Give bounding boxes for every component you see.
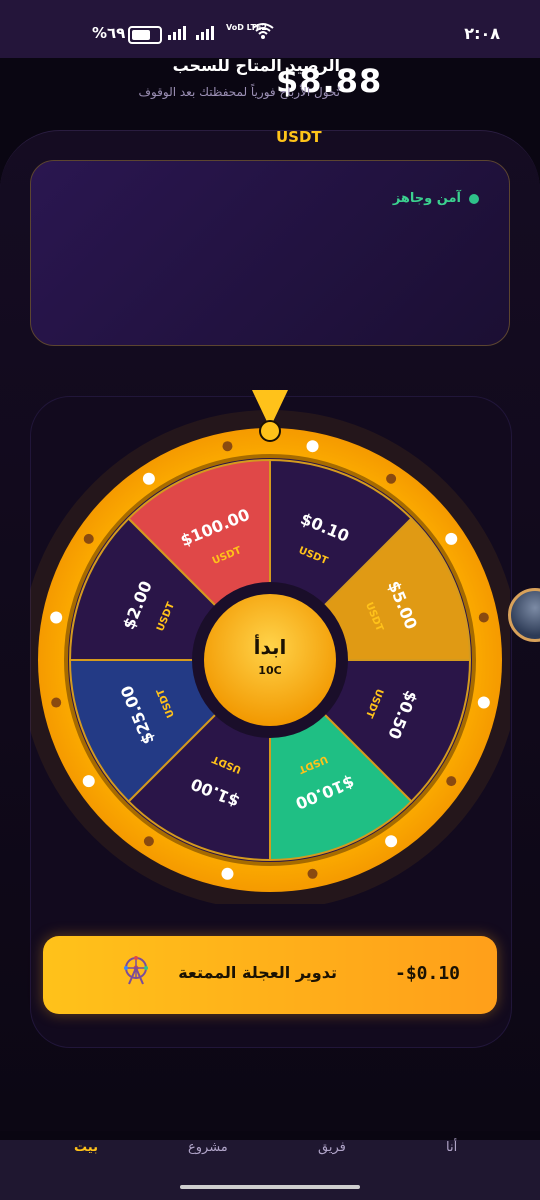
signal-icon [196, 24, 214, 40]
home-indicator [180, 1185, 360, 1189]
rim-light [143, 836, 154, 847]
rim-light [445, 532, 458, 545]
rim-light [446, 776, 457, 787]
nav-project[interactable]: مشروع [188, 1140, 228, 1155]
start-label: ابدأ [254, 633, 287, 659]
ferris-wheel-icon [124, 956, 148, 985]
rim-light [50, 611, 63, 624]
spin-wheel-button[interactable]: تدوير العجلة الممتعة -$0.10 [43, 936, 497, 1014]
available-balance-description: تُحول الأرباح فورياً لمحفظتك بعد الوقوف [138, 85, 341, 99]
prize-wheel[interactable]: $0.10USDT$5.00USDT$0.50USDT$10.00USDT$1.… [30, 384, 510, 904]
nav-team[interactable]: فريق [318, 1140, 346, 1155]
signal-icon [168, 24, 186, 40]
start-cost: 10C [258, 664, 281, 677]
status-time: ٢:٠٨ [464, 24, 500, 43]
spin-price: -$0.10 [395, 963, 461, 984]
rim-light [142, 472, 155, 485]
secure-status-text: آمن وجاهز [392, 191, 461, 206]
available-balance-label: الرصيد المتاح للسحب [172, 56, 340, 75]
rim-light [82, 775, 95, 788]
start-button[interactable] [204, 594, 336, 726]
balance-card: آمن وجاهز [30, 160, 510, 346]
rim-light [307, 868, 318, 879]
rim-light [477, 696, 490, 709]
rim-light [306, 440, 319, 453]
status-bar: ٢:٠٨ %٦٩ VoD LTE2 [0, 0, 540, 58]
nav-me[interactable]: أنا [446, 1140, 457, 1155]
secure-status: آمن وجاهز [393, 191, 479, 206]
spin-wheel-label: تدوير العجلة الممتعة [178, 963, 337, 982]
pointer-pin [259, 420, 281, 442]
battery-fill [132, 30, 150, 40]
rim-light [83, 533, 94, 544]
rim-light [222, 441, 233, 452]
nav-home[interactable]: بيت [74, 1140, 98, 1155]
rim-light [386, 473, 397, 484]
bottom-navigation: أنا فريق مشروع بيت [0, 1140, 540, 1200]
rim-light [478, 612, 489, 623]
battery-icon [128, 26, 162, 44]
rim-light [385, 835, 398, 848]
rim-light [221, 867, 234, 880]
balance-currency: USDT [276, 128, 322, 146]
battery-percentage: %٦٩ [92, 24, 126, 42]
secure-dot-icon [469, 193, 479, 204]
wifi-icon [252, 23, 274, 39]
rim-light [51, 697, 62, 708]
